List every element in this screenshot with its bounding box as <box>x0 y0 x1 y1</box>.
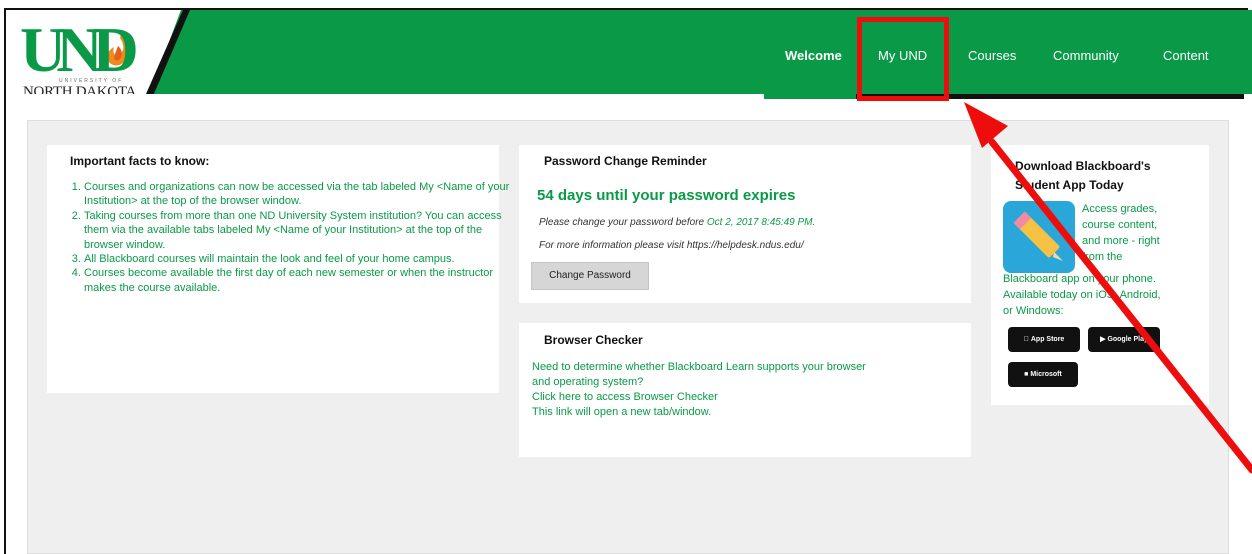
list-item: Courses become available the first day o… <box>84 266 514 295</box>
password-help-info: For more information please visit https:… <box>539 240 804 251</box>
list-item: Courses and organizations can now be acc… <box>84 180 514 209</box>
list-item: All Blackboard courses will maintain the… <box>84 252 514 266</box>
facts-title: Important facts to know: <box>70 154 210 168</box>
active-tab-indicator <box>764 94 856 99</box>
browser-checker-line[interactable]: and operating system? <box>532 375 866 390</box>
tab-content[interactable]: Content <box>1163 48 1209 63</box>
browser-checker-link[interactable]: Click here to access Browser Checker <box>532 390 866 405</box>
browser-checker-text: Need to determine whether Blackboard Lea… <box>532 360 866 420</box>
pointer-arrow-icon <box>964 102 1252 474</box>
browser-checker-note: This link will open a new tab/window. <box>532 406 712 418</box>
deadline-date: Oct 2, 2017 8:45:49 PM. <box>706 217 816 228</box>
list-item: Taking courses from more than one ND Uni… <box>84 209 514 252</box>
tab-welcome[interactable]: Welcome <box>785 48 842 63</box>
facts-list: Courses and organizations can now be acc… <box>66 180 514 295</box>
password-reminder-title: Password Change Reminder <box>544 154 707 168</box>
password-change-deadline: Please change your password before Oct 2… <box>539 217 815 228</box>
browser-checker-line[interactable]: Need to determine whether Blackboard Lea… <box>532 360 866 375</box>
change-password-button[interactable]: Change Password <box>531 262 649 290</box>
tab-courses[interactable]: Courses <box>968 48 1016 63</box>
browser-checker-title: Browser Checker <box>544 333 643 347</box>
help-label: For more information please visit <box>539 240 687 251</box>
tab-community[interactable]: Community <box>1053 48 1119 63</box>
logo-wordmark: UND <box>20 14 139 85</box>
top-nav: Welcome My UND Courses Community Content <box>760 10 1252 94</box>
helpdesk-link[interactable]: https://helpdesk.ndus.edu/ <box>687 240 804 251</box>
password-expiry-days: 54 days until your password expires <box>537 187 796 204</box>
highlight-box <box>857 17 949 101</box>
deadline-label: Please change your password before <box>539 217 707 228</box>
